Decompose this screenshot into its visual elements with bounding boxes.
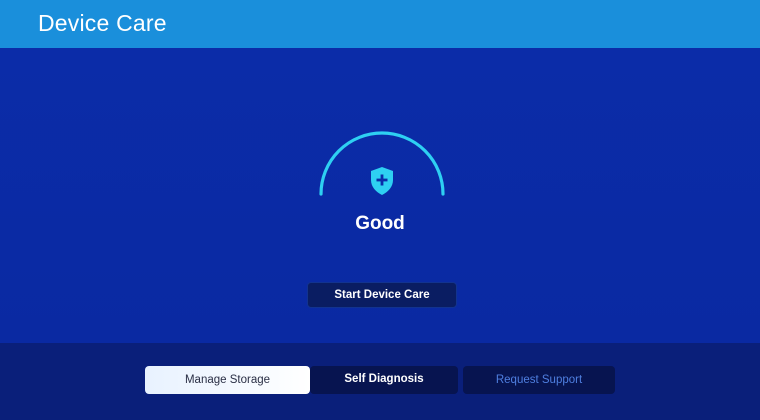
status-label: Good [355,213,405,234]
shield-plus-icon [371,167,393,195]
tab-self-diagnosis[interactable]: Self Diagnosis [310,366,458,394]
start-device-care-button[interactable]: Start Device Care [307,282,457,308]
header-bar: Device Care [0,0,760,48]
tab-request-support[interactable]: Request Support [463,366,615,394]
page-title: Device Care [38,10,167,36]
tab-manage-storage[interactable]: Manage Storage [145,366,310,394]
